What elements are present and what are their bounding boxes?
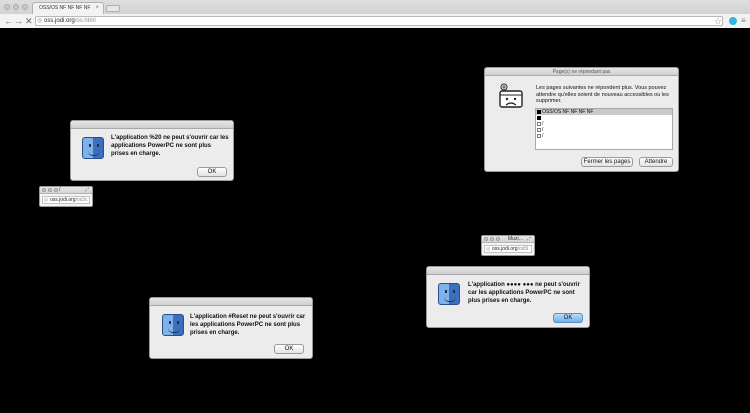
popup-window[interactable]: / ⤢ ◎ oss.jodi.org/os3c <box>39 186 93 207</box>
popup-title: / <box>59 187 61 193</box>
zoom-window-icon[interactable] <box>22 4 28 10</box>
page-title: / <box>542 133 544 139</box>
close-window-icon[interactable] <box>42 188 46 192</box>
ok-button[interactable]: OK <box>274 344 304 354</box>
page-info-icon: ◎ <box>486 246 491 252</box>
finder-icon <box>82 137 104 159</box>
unresponsive-pages-dialog: Page(s) ne répondant pas Les pages suiva… <box>484 67 679 172</box>
extension-icon[interactable] <box>729 17 737 25</box>
favicon-icon <box>537 134 541 138</box>
close-window-icon[interactable] <box>4 4 10 10</box>
url-path: /os3c <box>75 197 88 203</box>
popup-url: ◎ oss.jodi.org/os5t <box>484 245 532 253</box>
favicon-icon <box>537 128 541 132</box>
favicon-icon <box>537 116 541 120</box>
alert-message: L'application #Reset ne peut s'ouvrir ca… <box>190 314 306 336</box>
minimize-window-icon[interactable] <box>13 4 19 10</box>
tab-active[interactable]: OSS/OS NF NF NF NF × <box>32 2 104 14</box>
dialog-titlebar[interactable] <box>427 267 589 275</box>
popup-title: Muzi… <box>508 236 524 242</box>
alert-message: L'application ●●●● ●●● ne peut s'ouvrir … <box>468 282 580 304</box>
sad-tab-icon <box>499 83 523 108</box>
popup-titlebar[interactable]: Muzi… ⤢ <box>482 236 534 243</box>
zoom-window-icon[interactable] <box>54 188 58 192</box>
url-host: oss.jodi.org <box>492 246 518 252</box>
dialog-titlebar[interactable] <box>150 298 312 306</box>
back-icon[interactable]: ← <box>4 15 13 27</box>
zoom-window-icon[interactable] <box>496 237 500 241</box>
fullscreen-icon[interactable]: ⤢ <box>85 187 89 194</box>
minimize-window-icon[interactable] <box>48 188 52 192</box>
minimize-window-icon[interactable] <box>490 237 494 241</box>
favicon-icon <box>537 122 541 126</box>
page-info-icon: ◎ <box>44 197 49 203</box>
close-pages-button[interactable]: Fermer les pages <box>581 157 633 167</box>
alert-message: L'application %20 ne peut s'ouvrir car l… <box>111 135 229 157</box>
tab-bar: OSS/OS NF NF NF NF × <box>0 0 750 14</box>
list-item[interactable]: / <box>536 133 672 139</box>
tab-title: OSS/OS NF NF NF NF <box>39 5 91 11</box>
address-bar[interactable]: ◎ oss.jodi.org/os.html <box>35 16 723 26</box>
url-host: oss.jodi.org <box>50 197 76 203</box>
bookmark-star-icon[interactable]: ☆ <box>714 15 722 27</box>
popup-url: ◎ oss.jodi.org/os3c <box>42 196 90 204</box>
toolbar: ← → ✕ ◎ oss.jodi.org/os.html ☆ ≡ <box>0 14 750 28</box>
url-host: oss.jodi.org <box>44 18 75 24</box>
menu-icon[interactable]: ≡ <box>741 16 746 26</box>
wait-button[interactable]: Attendre <box>639 157 673 167</box>
close-window-icon[interactable] <box>484 237 488 241</box>
page-info-icon[interactable]: ◎ <box>37 18 42 25</box>
fullscreen-icon[interactable]: ⤢ <box>527 236 531 243</box>
powerpc-alert-dialog: L'application %20 ne peut s'ouvrir car l… <box>70 120 234 181</box>
url-path: /os.html <box>74 18 96 24</box>
unresponsive-pages-list[interactable]: OSS/OS NF NF NF NF / / / <box>535 108 673 150</box>
powerpc-alert-dialog: L'application ●●●● ●●● ne peut s'ouvrir … <box>426 266 590 328</box>
ok-button[interactable]: OK <box>553 313 583 323</box>
dialog-message: Les pages suivantes ne répondent plus. V… <box>536 85 669 104</box>
ok-button[interactable]: OK <box>197 167 227 177</box>
finder-icon <box>162 314 184 336</box>
reload-icon[interactable]: ✕ <box>25 15 33 27</box>
forward-icon[interactable]: → <box>14 15 23 27</box>
popup-window[interactable]: Muzi… ⤢ ◎ oss.jodi.org/os5t <box>481 235 535 256</box>
dialog-title[interactable]: Page(s) ne répondant pas <box>485 68 678 76</box>
finder-icon <box>438 283 460 305</box>
new-tab-button[interactable] <box>106 5 120 12</box>
tab-close-icon[interactable]: × <box>95 3 99 14</box>
url-path: /os5t <box>517 246 529 252</box>
popup-titlebar[interactable]: / ⤢ <box>40 187 92 194</box>
browser-chrome: OSS/OS NF NF NF NF × ← → ✕ ◎ oss.jodi.or… <box>0 0 750 28</box>
powerpc-alert-dialog: L'application #Reset ne peut s'ouvrir ca… <box>149 297 313 359</box>
dialog-titlebar[interactable] <box>71 121 233 129</box>
favicon-icon <box>537 110 541 114</box>
